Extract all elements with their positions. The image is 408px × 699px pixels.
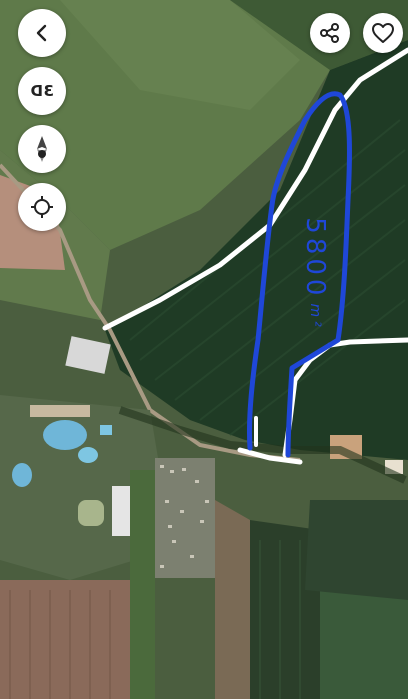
heart-icon: [371, 22, 395, 44]
3d-label: 3D: [30, 82, 54, 100]
locate-button[interactable]: [18, 183, 66, 231]
compass-needle-icon: [31, 134, 53, 164]
locate-crosshair-icon: [30, 195, 54, 219]
area-value: 5800: [300, 217, 330, 300]
area-annotation: 5800 m²: [265, 217, 365, 330]
share-button[interactable]: [310, 13, 350, 53]
area-unit: m²: [307, 303, 323, 331]
chevron-left-icon: [32, 23, 52, 43]
3d-view-button[interactable]: 3D: [18, 67, 66, 115]
satellite-map[interactable]: 5800 m² 3D: [0, 0, 408, 699]
back-button[interactable]: [18, 9, 66, 57]
favorite-button[interactable]: [363, 13, 403, 53]
compass-button[interactable]: [18, 125, 66, 173]
share-icon: [319, 22, 341, 44]
